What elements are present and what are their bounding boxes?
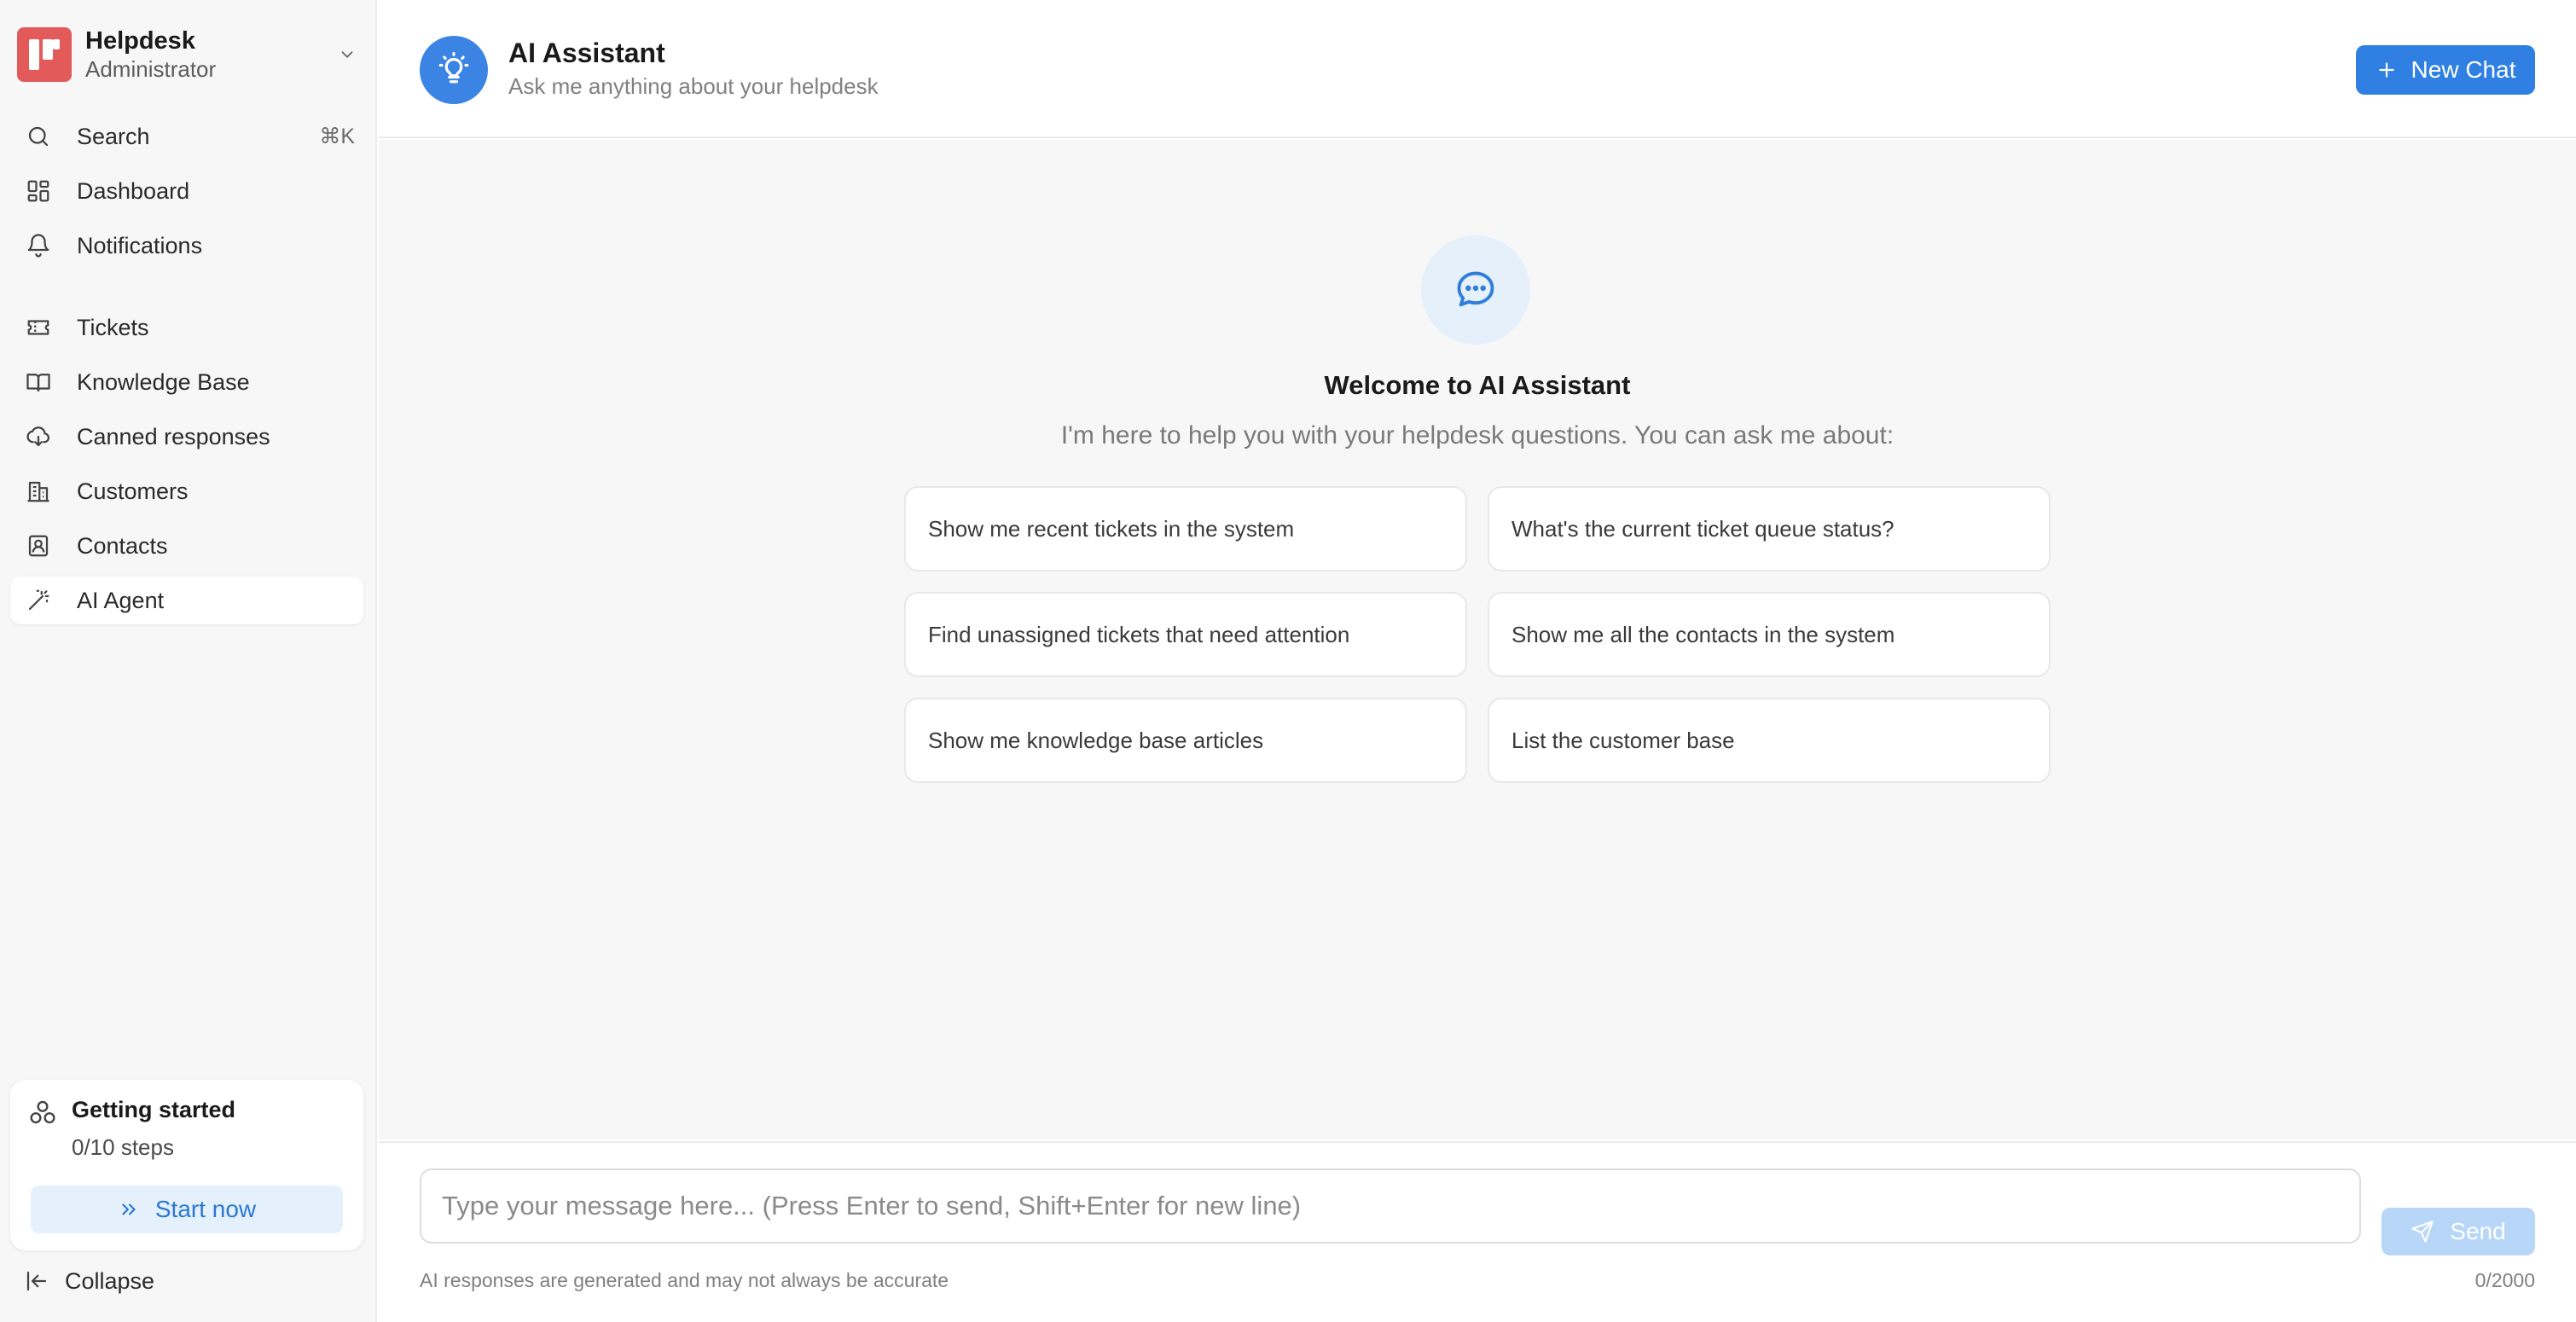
lightbulb-icon: [436, 50, 472, 90]
send-icon: [2411, 1220, 2434, 1244]
sidebar-item-ai-agent[interactable]: AI Agent: [10, 577, 363, 624]
message-composer: Send AI responses are generated and may …: [379, 1141, 2576, 1322]
workspace-switcher[interactable]: Helpdesk Administrator: [17, 26, 360, 84]
new-chat-label: New Chat: [2411, 56, 2516, 83]
search-shortcut: ⌘K: [319, 125, 355, 148]
welcome-subtitle: I'm here to help you with your helpdesk …: [1060, 421, 1894, 449]
sidebar-item-label: Canned responses: [77, 423, 270, 449]
brand-name: Helpdesk: [85, 27, 195, 55]
new-chat-button[interactable]: New Chat: [2356, 45, 2535, 95]
ticket-icon: [24, 313, 53, 342]
suggestion-card[interactable]: List the customer base: [1488, 698, 2051, 783]
message-input[interactable]: [420, 1168, 2361, 1244]
contact-icon: [24, 531, 53, 560]
sidebar-item-notifications[interactable]: Notifications: [10, 222, 363, 270]
building-icon: [24, 477, 53, 506]
sidebar-item-label: Tickets: [77, 314, 149, 340]
sidebar-item-label: Search: [77, 123, 150, 149]
sidebar: Helpdesk Administrator Search ⌘K Dashboa…: [0, 0, 377, 1322]
search-icon: [24, 122, 53, 151]
sidebar-item-dashboard[interactable]: Dashboard: [10, 167, 363, 215]
chevrons-right-icon: [118, 1198, 140, 1221]
getting-started-steps: 0/10 steps: [72, 1134, 174, 1160]
sidebar-item-customers[interactable]: Customers: [10, 467, 363, 515]
ai-disclaimer: AI responses are generated and may not a…: [420, 1269, 949, 1291]
welcome-title: Welcome to AI Assistant: [1324, 370, 1631, 400]
sidebar-item-label: Customers: [77, 478, 189, 504]
sidebar-item-label: Notifications: [77, 232, 203, 258]
sidebar-item-knowledge-base[interactable]: Knowledge Base: [10, 358, 363, 406]
character-counter: 0/2000: [2474, 1269, 2535, 1291]
collapse-button[interactable]: Collapse: [24, 1262, 154, 1300]
start-now-label: Start now: [154, 1196, 257, 1222]
dashboard-icon: [24, 177, 53, 206]
suggestion-card[interactable]: Show me recent tickets in the system: [904, 486, 1467, 571]
book-icon: [24, 368, 53, 397]
plus-icon: [2376, 59, 2398, 81]
page-subtitle: Ask me anything about your helpdesk: [508, 73, 879, 99]
sidebar-item-label: Contacts: [77, 532, 168, 559]
bell-icon: [24, 231, 53, 260]
sidebar-item-label: AI Agent: [77, 587, 165, 613]
start-now-button[interactable]: Start now: [31, 1186, 343, 1233]
page-title: AI Assistant: [508, 38, 665, 68]
getting-started-card: Getting started 0/10 steps Start now: [10, 1080, 363, 1250]
sidebar-item-contacts[interactable]: Contacts: [10, 522, 363, 570]
helpdesk-logo: [17, 27, 72, 82]
cloud-icon: [24, 422, 53, 451]
getting-started-title: Getting started: [72, 1097, 236, 1122]
suggestion-card[interactable]: Find unassigned tickets that need attent…: [904, 592, 1467, 677]
sidebar-item-label: Dashboard: [77, 177, 190, 204]
magic-wand-icon: [24, 586, 53, 615]
assistant-avatar: [420, 36, 488, 104]
suggestion-card[interactable]: What's the current ticket queue status?: [1488, 486, 2051, 571]
sidebar-item-label: Knowledge Base: [77, 368, 250, 395]
suggestion-card[interactable]: Show me knowledge base articles: [904, 698, 1467, 783]
collapse-icon: [24, 1268, 49, 1294]
collapse-label: Collapse: [65, 1267, 155, 1294]
chat-bubble-icon: [1421, 235, 1530, 345]
brand-role: Administrator: [85, 56, 217, 82]
sidebar-item-search[interactable]: Search ⌘K: [10, 113, 363, 160]
sidebar-item-canned-responses[interactable]: Canned responses: [10, 413, 363, 461]
send-button[interactable]: Send: [2382, 1208, 2535, 1255]
send-label: Send: [2450, 1218, 2506, 1244]
shapes-icon: [29, 1099, 58, 1128]
chat-header: AI Assistant Ask me anything about your …: [379, 0, 2576, 138]
chevron-down-icon[interactable]: [334, 42, 360, 67]
chat-area: Welcome to AI Assistant I'm here to help…: [379, 140, 2576, 1139]
sidebar-item-tickets[interactable]: Tickets: [10, 304, 363, 351]
suggestion-card[interactable]: Show me all the contacts in the system: [1488, 592, 2051, 677]
